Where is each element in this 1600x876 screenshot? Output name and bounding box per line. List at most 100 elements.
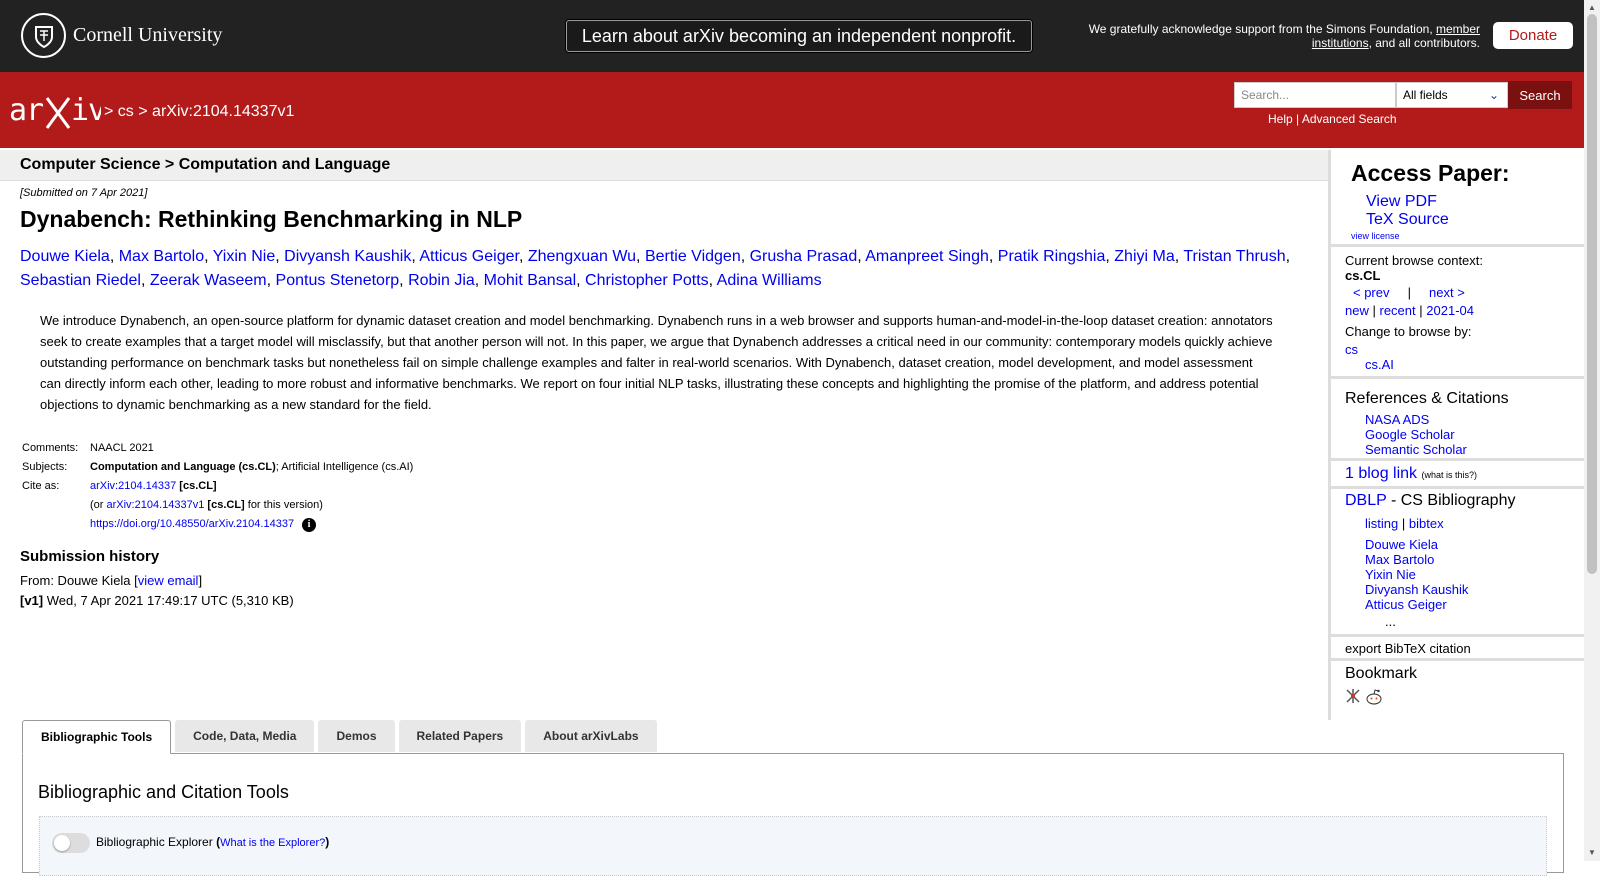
month-link[interactable]: 2021-04 bbox=[1426, 303, 1474, 318]
cite-id-link[interactable]: arXiv:2104.14337 bbox=[90, 480, 176, 492]
author-link[interactable]: Pontus Stenetorp bbox=[276, 272, 400, 289]
author-separator: , bbox=[740, 248, 750, 265]
author-separator: , bbox=[988, 248, 998, 265]
search-field-value: All fields bbox=[1403, 88, 1448, 102]
bibtex-link[interactable]: bibtex bbox=[1409, 516, 1444, 531]
author-link[interactable]: Zhengxuan Wu bbox=[528, 248, 636, 265]
author-link[interactable]: Yixin Nie bbox=[213, 248, 276, 265]
author-link[interactable]: Robin Jia bbox=[408, 272, 475, 289]
browse-cs-link[interactable]: cs bbox=[1345, 342, 1358, 357]
author-link[interactable]: Adina Williams bbox=[717, 272, 822, 289]
author-separator: , bbox=[266, 272, 276, 289]
author-separator: , bbox=[1285, 248, 1291, 265]
author-link[interactable]: Max Bartolo bbox=[119, 248, 204, 265]
scroll-down-arrow-icon[interactable]: ▼ bbox=[1588, 848, 1596, 857]
export-bibtex-button[interactable]: export BibTeX citation bbox=[1345, 641, 1471, 656]
view-license-link[interactable]: view license bbox=[1351, 231, 1400, 241]
prev-link[interactable]: < prev bbox=[1353, 285, 1390, 300]
tab-demos[interactable]: Demos bbox=[318, 720, 395, 752]
view-pdf-link[interactable]: View PDF bbox=[1366, 193, 1437, 211]
explorer-toggle[interactable] bbox=[52, 833, 90, 853]
submission-history-heading: Submission history bbox=[20, 548, 160, 565]
author-link[interactable]: Bertie Vidgen bbox=[645, 248, 741, 265]
search-button[interactable]: Search bbox=[1508, 81, 1572, 109]
new-link[interactable]: new bbox=[1345, 303, 1369, 318]
bibsonomy-icon[interactable] bbox=[1345, 688, 1361, 711]
dblp-link[interactable]: DBLP bbox=[1345, 492, 1387, 509]
google-scholar-link[interactable]: Google Scholar bbox=[1365, 427, 1455, 442]
page-scrollbar[interactable]: ▲ ▼ bbox=[1584, 0, 1600, 861]
nonprofit-banner-link[interactable]: Learn about arXiv becoming an independen… bbox=[566, 20, 1032, 52]
cite-label: Cite as: bbox=[22, 480, 60, 492]
link-sep: | bbox=[1296, 112, 1300, 126]
comments-value: NAACL 2021 bbox=[90, 442, 154, 454]
svg-text:ar: ar bbox=[9, 93, 43, 128]
author-separator: , bbox=[1105, 248, 1115, 265]
recent-link[interactable]: recent bbox=[1380, 303, 1416, 318]
nav-sep: | bbox=[1419, 303, 1423, 318]
reddit-icon[interactable] bbox=[1365, 688, 1383, 711]
tab-related-papers[interactable]: Related Papers bbox=[398, 720, 522, 752]
version-prefix: (or bbox=[90, 499, 107, 511]
tab-bibliographic-tools[interactable]: Bibliographic Tools bbox=[22, 720, 172, 754]
browse-context-value: cs.CL bbox=[1345, 268, 1381, 283]
paper-title: Dynabench: Rethinking Benchmarking in NL… bbox=[20, 206, 523, 232]
author-separator: , bbox=[204, 248, 213, 265]
v1-label: [v1] bbox=[20, 593, 44, 608]
nasa-ads-link[interactable]: NASA ADS bbox=[1365, 412, 1429, 427]
explorer-name: Bibliographic Explorer bbox=[96, 835, 213, 849]
author-link[interactable]: Atticus Geiger bbox=[419, 248, 519, 265]
blog-links: 1 blog link (what is this?) bbox=[1345, 465, 1477, 483]
breadcrumb-cs-link[interactable]: cs bbox=[118, 103, 134, 120]
semantic-scholar-link[interactable]: Semantic Scholar bbox=[1365, 442, 1467, 457]
author-list: Douwe Kiela, Max Bartolo, Yixin Nie, Div… bbox=[20, 245, 1320, 293]
author-link[interactable]: Tristan Thrush bbox=[1183, 248, 1285, 265]
author-link[interactable]: Mohit Bansal bbox=[484, 272, 577, 289]
author-separator: , bbox=[399, 272, 409, 289]
dblp-author-link[interactable]: Atticus Geiger bbox=[1365, 597, 1447, 612]
dblp-author-link[interactable]: Yixin Nie bbox=[1365, 567, 1416, 582]
what-is-this-link[interactable]: (what is this?) bbox=[1422, 470, 1478, 480]
labs-tabs: Bibliographic Tools Code, Data, Media De… bbox=[22, 720, 661, 754]
version-id-link[interactable]: arXiv:2104.14337v1 bbox=[107, 499, 205, 511]
acknowledgement: We gratefully acknowledge support from t… bbox=[1060, 22, 1480, 50]
dblp-author-link[interactable]: Douwe Kiela bbox=[1365, 537, 1438, 552]
author-link[interactable]: Sebastian Riedel bbox=[20, 272, 141, 289]
nav-sep: | bbox=[1401, 516, 1406, 531]
author-link[interactable]: Christopher Potts bbox=[585, 272, 709, 289]
author-link[interactable]: Divyansh Kaushik bbox=[284, 248, 411, 265]
author-link[interactable]: Grusha Prasad bbox=[750, 248, 858, 265]
doi-link[interactable]: https://doi.org/10.48550/arXiv.2104.1433… bbox=[90, 518, 294, 530]
arxiv-logo-icon[interactable]: ar iv bbox=[9, 92, 106, 137]
advanced-search-link[interactable]: Advanced Search bbox=[1302, 112, 1397, 126]
blog-link[interactable]: 1 blog link bbox=[1345, 465, 1417, 482]
tex-source-link[interactable]: TeX Source bbox=[1366, 211, 1449, 229]
author-link[interactable]: Zhiyi Ma bbox=[1114, 248, 1174, 265]
tab-about-arxivlabs[interactable]: About arXivLabs bbox=[525, 720, 657, 752]
next-link[interactable]: next > bbox=[1429, 285, 1465, 300]
search-field-select[interactable]: All fields ⌄ bbox=[1396, 82, 1508, 108]
info-icon[interactable]: i bbox=[302, 518, 317, 532]
more-authors-ellipsis: ... bbox=[1385, 614, 1396, 629]
what-is-explorer-link[interactable]: What is the Explorer? bbox=[220, 837, 325, 849]
dblp-author-link[interactable]: Divyansh Kaushik bbox=[1365, 582, 1468, 597]
donate-button[interactable]: Donate bbox=[1493, 22, 1573, 49]
scroll-thumb[interactable] bbox=[1587, 14, 1597, 574]
dblp-author-link[interactable]: Max Bartolo bbox=[1365, 552, 1434, 567]
tab-code-data-media[interactable]: Code, Data, Media bbox=[175, 720, 315, 752]
listing-link[interactable]: listing bbox=[1365, 516, 1398, 531]
help-link[interactable]: Help bbox=[1268, 112, 1293, 126]
author-separator: , bbox=[636, 248, 645, 265]
change-browse-label: Change to browse by: bbox=[1345, 324, 1472, 339]
cornell-logo[interactable]: Cornell University bbox=[21, 13, 222, 58]
author-link[interactable]: Amanpreet Singh bbox=[865, 248, 989, 265]
subject-header: Computer Science > Computation and Langu… bbox=[0, 150, 1328, 181]
browse-csai-link[interactable]: cs.AI bbox=[1365, 357, 1394, 372]
author-link[interactable]: Douwe Kiela bbox=[20, 248, 110, 265]
panel-title: Bibliographic and Citation Tools bbox=[38, 782, 289, 802]
search-input[interactable]: Search... bbox=[1234, 82, 1396, 108]
scroll-up-arrow-icon[interactable]: ▲ bbox=[1588, 3, 1596, 12]
view-email-link[interactable]: view email bbox=[138, 573, 199, 588]
author-link[interactable]: Pratik Ringshia bbox=[998, 248, 1106, 265]
author-link[interactable]: Zeerak Waseem bbox=[150, 272, 267, 289]
